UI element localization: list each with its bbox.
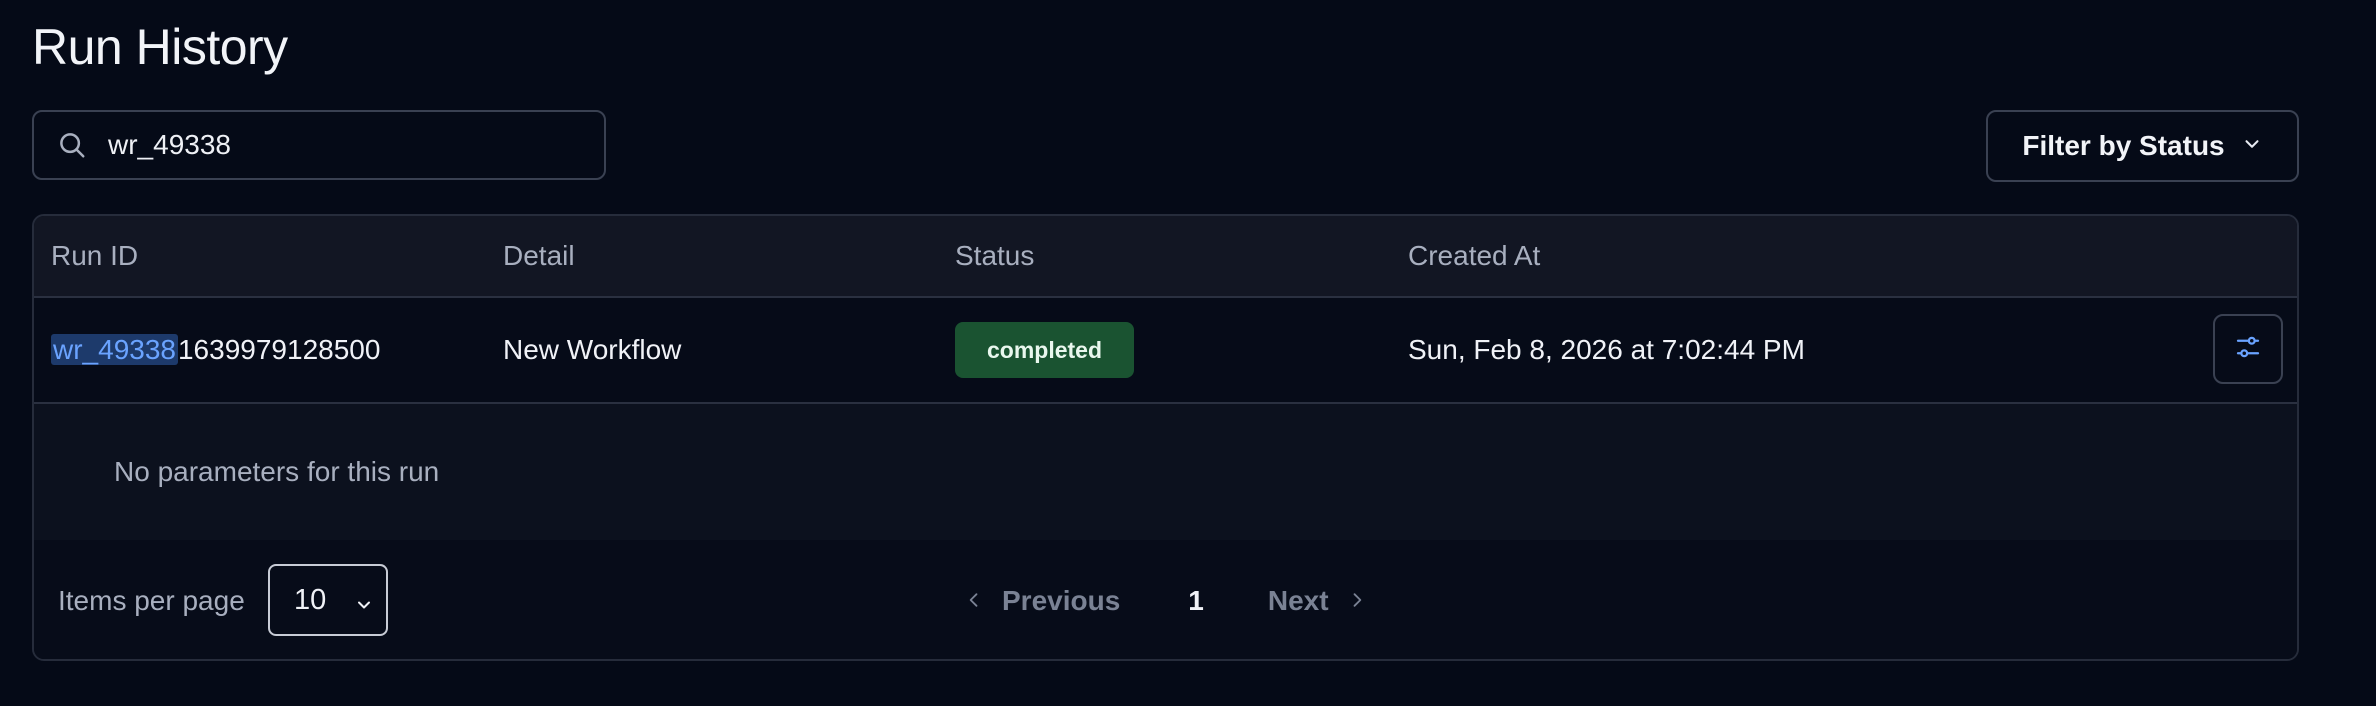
items-per-page-label: Items per page: [58, 585, 245, 616]
search-icon: [52, 125, 92, 165]
column-header-status: Status: [955, 240, 1035, 271]
run-parameters-button[interactable]: [2213, 314, 2283, 384]
next-label: Next: [1267, 584, 1329, 616]
items-per-page-select[interactable]: 10: [268, 564, 388, 636]
next-page-button[interactable]: Next: [1268, 585, 1367, 617]
table-row[interactable]: wr_493381639979128500 New Workflow compl…: [34, 298, 2297, 404]
table-header: Run ID Detail Status Created At: [34, 216, 2297, 298]
filter-by-status-button[interactable]: Filter by Status: [1986, 110, 2299, 182]
chevron-left-icon: [964, 585, 984, 617]
pagination: Previous 1 Next: [964, 540, 1367, 659]
run-history-page: Run History Filter by Status Run ID Deta…: [0, 0, 2376, 706]
status-badge: completed: [955, 322, 1135, 378]
filter-by-status-label: Filter by Status: [2022, 130, 2225, 161]
page-title: Run History: [32, 19, 288, 75]
chevron-down-icon: [354, 590, 374, 623]
column-header-run-id: Run ID: [51, 240, 139, 271]
chevron-right-icon: [1347, 585, 1367, 617]
run-id-rest: 1639979128500: [177, 334, 381, 365]
search-match-highlight: wr_49338: [51, 334, 178, 365]
run-id-cell: wr_493381639979128500: [51, 298, 380, 402]
page-number-current[interactable]: 1: [1188, 585, 1204, 617]
column-header-detail: Detail: [503, 240, 575, 271]
no-parameters-message: No parameters for this run: [114, 456, 440, 487]
previous-label: Previous: [1002, 584, 1121, 616]
column-header-created-at: Created At: [1408, 240, 1541, 271]
previous-page-button[interactable]: Previous: [964, 585, 1120, 617]
run-details-panel: No parameters for this run: [34, 404, 2297, 540]
created-at-cell: Sun, Feb 8, 2026 at 7:02:44 PM: [1408, 334, 1805, 365]
detail-cell: New Workflow: [503, 334, 682, 365]
chevron-down-icon: [2241, 130, 2263, 162]
search-input[interactable]: [106, 128, 590, 162]
items-per-page-value: 10: [294, 583, 327, 616]
pagination-footer: Items per page 10 Previous 1 Next: [34, 540, 2297, 659]
runs-table: Run ID Detail Status Created At wr_49338…: [32, 214, 2299, 661]
search-box[interactable]: [32, 110, 606, 180]
sliders-icon: [2233, 332, 2263, 367]
